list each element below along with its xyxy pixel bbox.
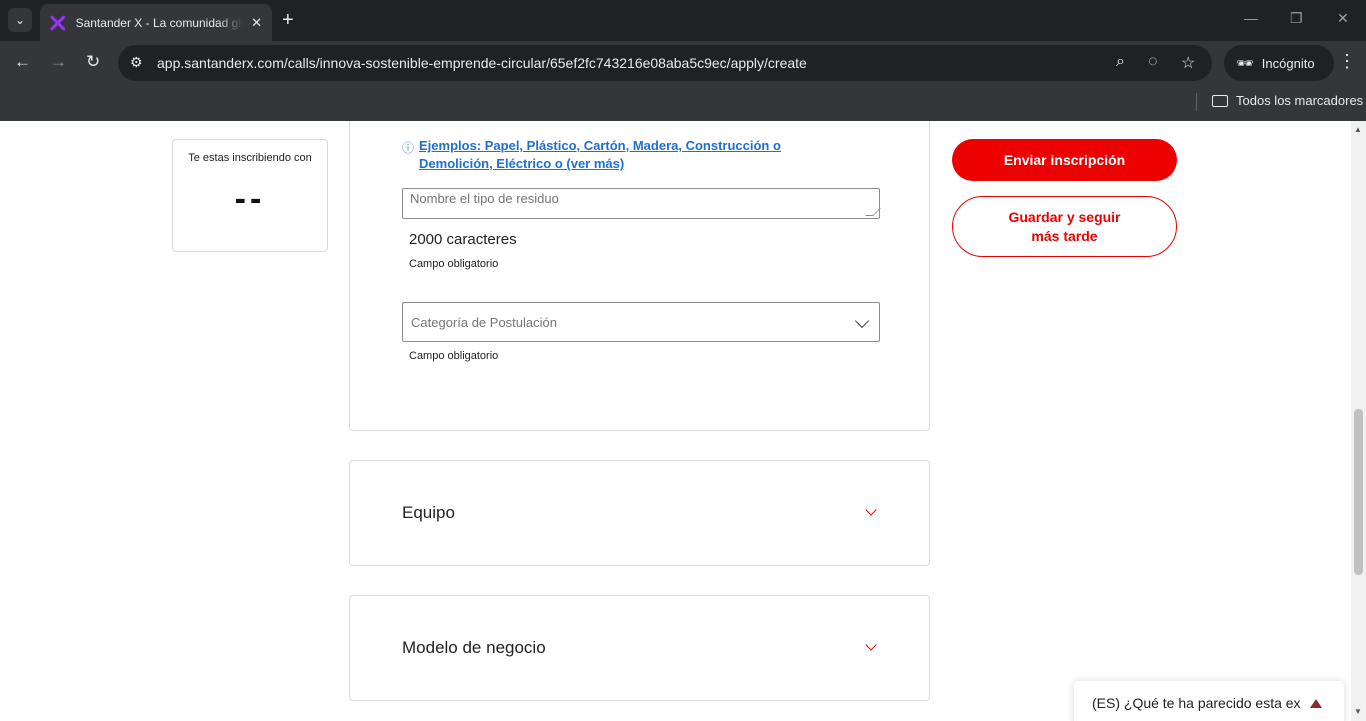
tab-close-icon[interactable]: ✕ [251,15,262,31]
bookmarks-divider [1196,93,1197,111]
browser-toolbar: ← → ↻ ⚙ app.santanderx.com/calls/innova-… [0,41,1366,85]
accordion-equipo[interactable]: Equipo [349,460,930,566]
tracking-protection-icon[interactable]: ◌ [1148,53,1158,71]
minimize-icon[interactable]: — [1244,10,1258,26]
new-tab-icon[interactable]: + [282,9,294,31]
forward-icon[interactable]: → [50,52,67,72]
folder-icon [1212,94,1228,107]
incognito-indicator[interactable]: 🕶 Incógnito [1224,45,1334,81]
scroll-up-icon[interactable]: ▲ [1354,125,1362,134]
page-content: Te estas inscribiendo con -- ⓘ Ejemplos:… [0,121,1351,721]
submit-application-button[interactable]: Enviar inscripción [952,139,1177,181]
required-hint: Campo obligatorio [409,258,499,270]
tab-strip: ⌄ Santander X - La comunidad global de e… [0,0,1366,41]
residue-type-input[interactable] [402,188,880,219]
enrollment-label: Te estas inscribiendo con [188,152,312,164]
examples-row: ⓘ Ejemplos: Papel, Plástico, Cartón, Mad… [402,137,849,173]
required-hint: Campo obligatorio [409,350,499,362]
enrollment-value: -- [234,180,266,218]
all-bookmarks-label: Todos los marcadores [1236,93,1364,108]
chevron-down-icon[interactable] [865,639,877,651]
restore-icon[interactable]: ❐ [1290,10,1303,27]
category-placeholder: Categoría de Postulación [411,314,557,330]
feedback-survey-widget[interactable]: (ES) ¿Qué te ha parecido esta experienci… [1074,681,1344,721]
active-tab[interactable]: Santander X - La comunidad global de emp… [40,4,272,41]
incognito-label: Incógnito [1261,55,1315,71]
survey-text: (ES) ¿Qué te ha parecido esta experienci… [1092,695,1300,711]
zoom-icon[interactable]: ⌕ [1116,53,1125,71]
accordion-title: Modelo de negocio [402,638,546,657]
enrollment-card: Te estas inscribiendo con -- [172,139,328,252]
chevron-down-icon [854,313,870,329]
chevron-down-icon[interactable] [865,504,877,516]
santander-x-favicon-icon [50,15,66,30]
incognito-icon: 🕶 [1236,54,1254,71]
all-bookmarks-button[interactable]: Todos los marcadores [1212,93,1363,108]
scroll-down-icon[interactable]: ▼ [1354,707,1362,716]
bookmarks-bar: Todos los marcadores [0,85,1366,121]
residue-form-section: ⓘ Ejemplos: Papel, Plástico, Cartón, Mad… [349,121,930,431]
browser-menu-icon[interactable]: ⋮ [1338,51,1356,72]
tab-title: Santander X - La comunidad global de emp… [75,15,244,30]
scroll-thumb[interactable] [1354,409,1363,575]
expand-arrow-icon[interactable] [1310,698,1322,708]
bookmark-star-icon[interactable]: ☆ [1181,53,1195,73]
save-later-button[interactable]: Guardar y seguir más tarde [952,196,1177,257]
char-counter: 2000 caracteres [409,231,517,248]
reload-icon[interactable]: ↻ [86,52,100,72]
back-icon[interactable]: ← [14,52,31,72]
accordion-title: Equipo [402,503,455,522]
tab-search-icon[interactable]: ⌄ [8,8,32,32]
category-select[interactable]: Categoría de Postulación [402,302,880,342]
info-icon: ⓘ [402,141,415,155]
address-bar[interactable]: ⚙ app.santanderx.com/calls/innova-sosten… [118,45,1212,81]
close-window-icon[interactable]: ✕ [1337,10,1349,27]
page-scrollbar[interactable]: ▲ ▼ [1351,121,1366,721]
examples-link[interactable]: Ejemplos: Papel, Plástico, Cartón, Mader… [419,137,849,173]
url-text[interactable]: app.santanderx.com/calls/innova-sostenib… [157,55,807,71]
accordion-business-model[interactable]: Modelo de negocio [349,595,930,701]
site-info-icon[interactable]: ⚙ [130,54,143,71]
